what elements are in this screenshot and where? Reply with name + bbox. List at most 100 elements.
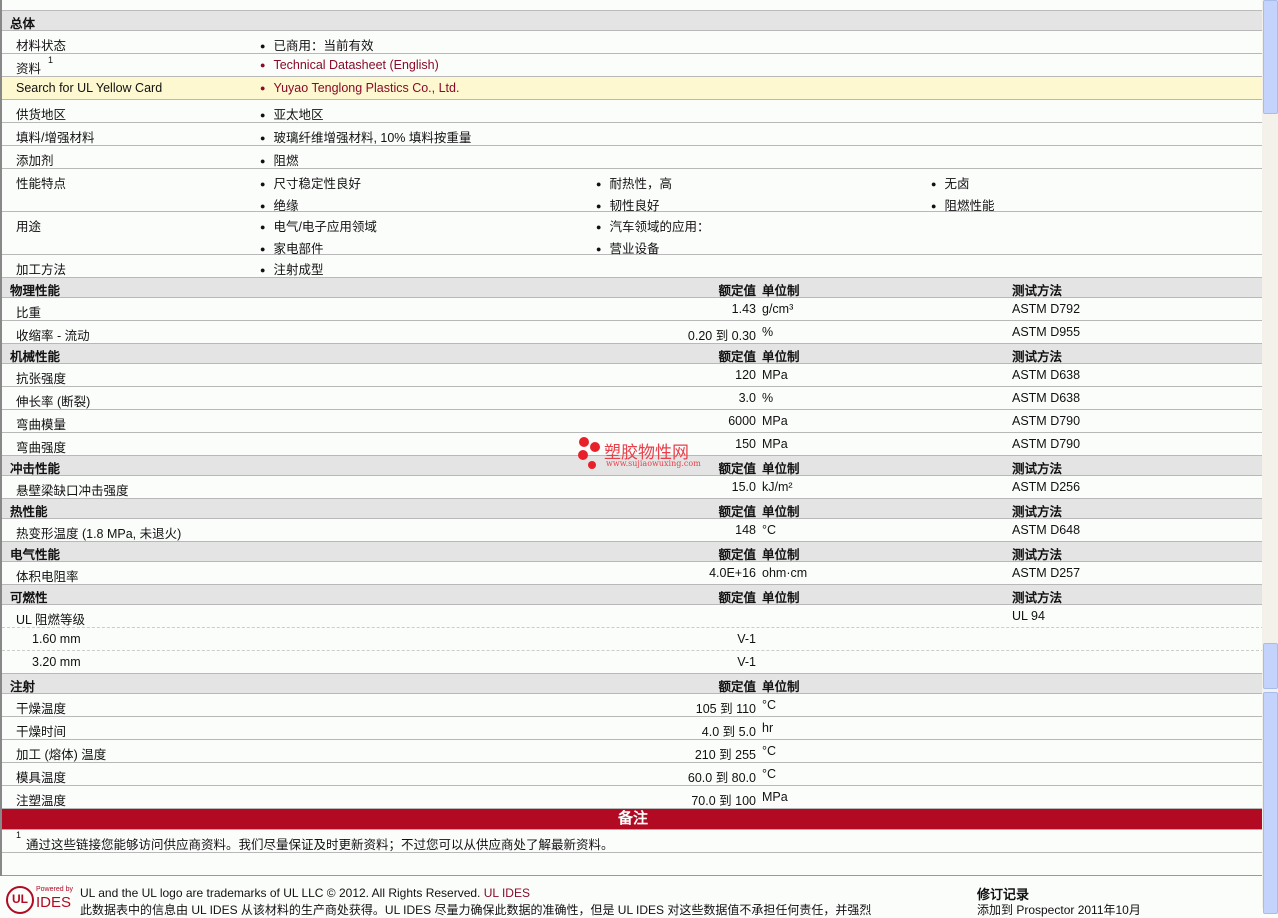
property-unit: % <box>762 391 774 405</box>
property-unit: °C <box>762 767 777 781</box>
logo-caption: Powered by <box>36 886 73 893</box>
test-method: ASTM D955 <box>1012 325 1081 339</box>
property-row: UL 阻燃等级 UL 94 <box>2 605 1264 628</box>
value-header: 额定值 <box>718 548 756 562</box>
value-header: 额定值 <box>718 462 756 476</box>
section-header: 机械性能 额定值 单位制 测试方法 <box>2 344 1264 364</box>
scrollbar-thumb[interactable] <box>1263 0 1278 114</box>
property-row: 加工 (熔体) 温度 210 到 255 °C <box>2 740 1264 763</box>
test-method: ASTM D792 <box>1012 302 1081 316</box>
test-method: ASTM D790 <box>1012 414 1081 428</box>
property-row: 热变形温度 (1.8 MPa, 未退火) 148 °C ASTM D648 <box>2 519 1264 542</box>
property-unit: °C <box>762 523 777 537</box>
section-header: 注射 额定值 单位制 <box>2 674 1264 694</box>
property-name: UL 阻燃等级 <box>16 613 85 627</box>
property-row: 伸长率 (断裂) 3.0% ASTM D638 <box>2 387 1264 410</box>
ul-ides-link[interactable]: UL IDES <box>484 886 530 900</box>
property-unit: MPa <box>762 368 788 382</box>
row-label: 供货地区 <box>16 108 67 122</box>
value-link[interactable]: Yuyao Tenglong Plastics Co., Ltd. <box>260 81 459 95</box>
unit-header: 单位制 <box>762 284 800 298</box>
list-item: 资料 1 Technical Datasheet (English) <box>2 54 1264 77</box>
revision-text: 添加到 Prospector 2011年10月 <box>977 903 1141 917</box>
property-unit: ohm·cm <box>762 566 808 580</box>
property-row: 比重 1.43 g/cm³ ASTM D792 <box>2 298 1264 321</box>
section-title: 冲击性能 <box>10 462 61 476</box>
property-name: 干燥时间 <box>16 725 67 739</box>
scrollbar[interactable] <box>1262 0 1278 914</box>
list-item: 加工方法 注射成型 <box>2 255 1264 278</box>
value-link[interactable]: Technical Datasheet (English) <box>260 58 438 72</box>
property-name: 热变形温度 (1.8 MPa, 未退火) <box>16 527 182 541</box>
scrollbar-thumb-inner[interactable] <box>1263 643 1278 689</box>
value-item: 尺寸稳定性良好 <box>260 173 361 192</box>
row-label: 用途 <box>16 220 42 234</box>
value-item: 玻璃纤维增强材料, 10% 填料按重量 <box>260 127 471 146</box>
property-unit: MPa <box>762 414 788 428</box>
unit-header: 单位制 <box>762 548 800 562</box>
row-label[interactable]: Search for UL Yellow Card <box>16 81 162 95</box>
section-header-general: 总体 <box>2 11 1264 31</box>
footnote-text: 通过这些链接您能够访问供应商资料。我们尽量保证及时更新资料；不过您可以从供应商处… <box>26 838 614 852</box>
property-row: 注塑温度 70.0 到 100 MPa <box>2 786 1264 809</box>
test-method: ASTM D790 <box>1012 437 1081 451</box>
value-item: 电气/电子应用领域 <box>260 216 376 235</box>
property-row: 收缩率 - 流动 0.20 到 0.30% ASTM D955 <box>2 321 1264 344</box>
property-unit: °C <box>762 744 777 758</box>
property-value: 210 到 255 <box>694 748 756 762</box>
row-label: 添加剂 <box>16 154 54 168</box>
test-method: ASTM D638 <box>1012 391 1081 405</box>
list-item: 供货地区 亚太地区 <box>2 100 1264 123</box>
property-name: 弯曲模量 <box>16 418 67 432</box>
property-row: 悬壁梁缺口冲击强度 15.0 kJ/m² ASTM D256 <box>2 476 1264 499</box>
property-unit: MPa <box>762 437 788 451</box>
property-name: 收缩率 - 流动 <box>16 329 90 343</box>
property-name: 模具温度 <box>16 771 67 785</box>
property-value: 0.20 到 0.30 <box>687 329 756 343</box>
unit-header: 单位制 <box>762 462 800 476</box>
section-header: 物理性能 额定值 单位制 测试方法 <box>2 278 1264 298</box>
property-value: 6000 <box>728 414 756 428</box>
section-title: 热性能 <box>10 505 48 519</box>
property-unit: °C <box>762 698 777 712</box>
row-label: 材料状态 <box>16 39 67 53</box>
row-label: 性能特点 <box>16 177 67 191</box>
property-unit: hr <box>762 721 774 735</box>
row-label: 加工方法 <box>16 263 67 277</box>
section-title: 机械性能 <box>10 350 61 364</box>
section-header: 热性能 额定值 单位制 测试方法 <box>2 499 1264 519</box>
watermark-dots-icon <box>578 437 600 469</box>
row-label: 资料 <box>16 62 42 76</box>
property-name: 加工 (熔体) 温度 <box>16 748 107 762</box>
notes-header: 备注 <box>2 809 1264 830</box>
list-item: 性能特点尺寸稳定性良好绝缘耐热性，高韧性良好无卤阻燃性能 <box>2 169 1264 213</box>
method-header: 测试方法 <box>1012 505 1063 519</box>
property-row: 模具温度 60.0 到 80.0 °C <box>2 763 1264 786</box>
method-header: 测试方法 <box>1012 350 1063 364</box>
property-value: 105 到 110 <box>695 702 756 716</box>
property-value: V-1 <box>737 655 756 669</box>
disclaimer-text: 此数据表中的信息由 UL IDES 从该材料的生产商处获得。UL IDES 尽量… <box>80 903 872 917</box>
method-header: 测试方法 <box>1012 462 1063 476</box>
unit-header: 单位制 <box>762 680 800 694</box>
value-header: 额定值 <box>718 680 756 694</box>
property-name: 抗张强度 <box>16 372 67 386</box>
value-item: 汽车领域的应用： <box>596 216 709 235</box>
property-name: 干燥温度 <box>16 702 67 716</box>
property-value: 60.0 到 80.0 <box>687 771 756 785</box>
value-item: 无卤 <box>931 173 969 192</box>
method-header: 测试方法 <box>1012 548 1063 562</box>
value-item: 注射成型 <box>260 259 323 278</box>
value-header: 额定值 <box>718 284 756 298</box>
value-item: 阻燃 <box>260 150 298 169</box>
property-unit: MPa <box>762 790 788 804</box>
unit-header: 单位制 <box>762 591 800 605</box>
property-value: 120 <box>735 368 756 382</box>
property-value: 4.0E+16 <box>709 566 756 580</box>
scrollbar-track-lower[interactable] <box>1263 692 1278 914</box>
property-name: 比重 <box>16 306 42 320</box>
value-header: 额定值 <box>718 591 756 605</box>
footnote-ref: 1 <box>48 55 54 65</box>
unit-header: 单位制 <box>762 505 800 519</box>
section-title: 物理性能 <box>10 284 61 298</box>
